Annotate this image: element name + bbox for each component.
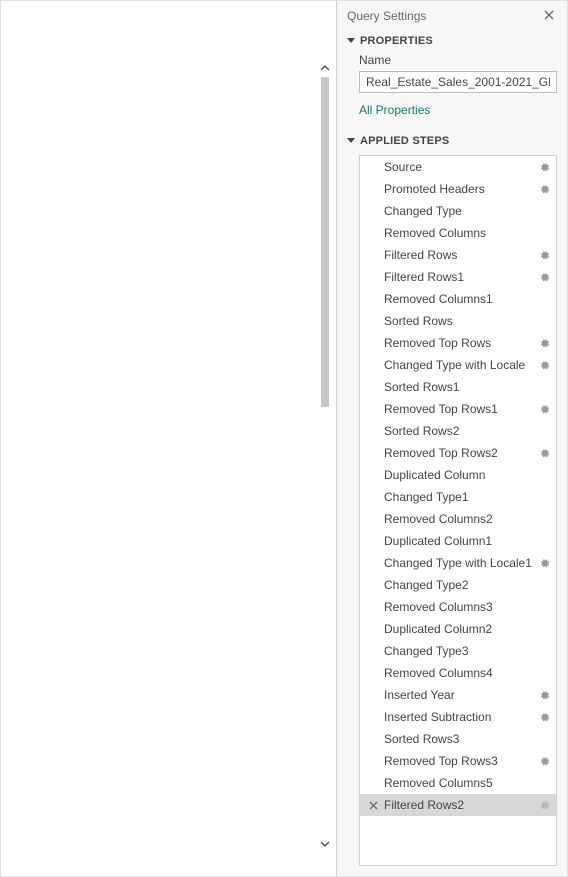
applied-step-label: Sorted Rows3 <box>380 732 536 746</box>
applied-step-label: Sorted Rows <box>380 314 536 328</box>
applied-step-label: Changed Type with Locale <box>380 358 536 372</box>
applied-step[interactable]: Removed Columns2 <box>360 508 556 530</box>
applied-step-label: Removed Columns1 <box>380 292 536 306</box>
applied-steps-list: Source Promoted Headers Changed Type Remove… <box>359 155 557 866</box>
applied-step-label: Removed Top Rows <box>380 336 536 350</box>
applied-step[interactable]: Promoted Headers <box>360 178 556 200</box>
applied-step[interactable]: Removed Top Rows3 <box>360 750 556 772</box>
applied-step[interactable]: Duplicated Column1 <box>360 530 556 552</box>
applied-step-label: Removed Columns3 <box>380 600 536 614</box>
applied-step[interactable]: Filtered Rows <box>360 244 556 266</box>
applied-step[interactable]: Removed Top Rows2 <box>360 442 556 464</box>
scroll-down-arrow[interactable] <box>318 837 332 851</box>
applied-step-label: Removed Columns2 <box>380 512 536 526</box>
applied-step[interactable]: Sorted Rows1 <box>360 376 556 398</box>
gear-icon[interactable] <box>536 250 552 261</box>
all-properties-link[interactable]: All Properties <box>359 103 557 117</box>
applied-step[interactable]: Changed Type1 <box>360 486 556 508</box>
gear-icon[interactable] <box>536 162 552 173</box>
applied-step[interactable]: Source <box>360 156 556 178</box>
scroll-up-arrow[interactable] <box>318 61 332 75</box>
query-settings-panel: Query Settings PROPERTIES Name All Prope… <box>337 1 567 876</box>
scroll-track[interactable] <box>318 75 332 837</box>
vertical-scrollbar[interactable] <box>318 61 332 851</box>
applied-step-label: Removed Columns4 <box>380 666 536 680</box>
applied-step[interactable]: Changed Type with Locale1 <box>360 552 556 574</box>
collapse-icon <box>347 138 355 143</box>
applied-step[interactable]: Duplicated Column2 <box>360 618 556 640</box>
main-content-pane <box>1 1 337 876</box>
applied-step[interactable]: Sorted Rows <box>360 310 556 332</box>
applied-step-label: Removed Columns5 <box>380 776 536 790</box>
applied-step[interactable]: Inserted Year <box>360 684 556 706</box>
applied-step[interactable]: Inserted Subtraction <box>360 706 556 728</box>
gear-icon[interactable] <box>536 184 552 195</box>
applied-step[interactable]: Removed Top Rows1 <box>360 398 556 420</box>
gear-icon[interactable] <box>536 360 552 371</box>
query-name-input[interactable] <box>359 71 557 93</box>
applied-step-label: Changed Type <box>380 204 536 218</box>
applied-step[interactable]: Removed Columns3 <box>360 596 556 618</box>
applied-steps-section-header[interactable]: APPLIED STEPS <box>347 131 557 151</box>
gear-icon[interactable] <box>536 800 552 811</box>
gear-icon[interactable] <box>536 756 552 767</box>
applied-step[interactable]: Filtered Rows1 <box>360 266 556 288</box>
applied-steps-section-label: APPLIED STEPS <box>360 135 449 147</box>
gear-icon[interactable] <box>536 404 552 415</box>
applied-step[interactable]: Removed Top Rows <box>360 332 556 354</box>
applied-step[interactable]: Sorted Rows2 <box>360 420 556 442</box>
applied-step-label: Source <box>380 160 536 174</box>
applied-step[interactable]: Sorted Rows3 <box>360 728 556 750</box>
gear-icon[interactable] <box>536 338 552 349</box>
properties-section-header[interactable]: PROPERTIES <box>347 31 557 51</box>
applied-step-label: Filtered Rows2 <box>380 798 536 812</box>
applied-step-label: Changed Type3 <box>380 644 536 658</box>
applied-step-label: Changed Type1 <box>380 490 536 504</box>
panel-title: Query Settings <box>347 9 543 23</box>
gear-icon[interactable] <box>536 690 552 701</box>
gear-icon[interactable] <box>536 558 552 569</box>
applied-step-label: Inserted Year <box>380 688 536 702</box>
close-icon[interactable] <box>543 9 557 23</box>
applied-step[interactable]: Removed Columns5 <box>360 772 556 794</box>
applied-step-label: Changed Type2 <box>380 578 536 592</box>
delete-step-icon[interactable] <box>366 801 380 810</box>
applied-step-label: Sorted Rows1 <box>380 380 536 394</box>
applied-step-label: Removed Top Rows2 <box>380 446 536 460</box>
applied-step[interactable]: Duplicated Column <box>360 464 556 486</box>
gear-icon[interactable] <box>536 448 552 459</box>
name-field-label: Name <box>359 51 557 71</box>
applied-step[interactable]: Filtered Rows2 <box>360 794 556 816</box>
applied-step-label: Inserted Subtraction <box>380 710 536 724</box>
applied-step-label: Changed Type with Locale1 <box>380 556 536 570</box>
properties-section-label: PROPERTIES <box>360 35 433 47</box>
applied-step-label: Sorted Rows2 <box>380 424 536 438</box>
applied-step[interactable]: Changed Type with Locale <box>360 354 556 376</box>
gear-icon[interactable] <box>536 712 552 723</box>
applied-step-label: Removed Columns <box>380 226 536 240</box>
applied-step-label: Filtered Rows <box>380 248 536 262</box>
applied-step-label: Removed Top Rows1 <box>380 402 536 416</box>
applied-step-label: Duplicated Column <box>380 468 536 482</box>
applied-step[interactable]: Changed Type <box>360 200 556 222</box>
scroll-thumb[interactable] <box>321 77 329 407</box>
applied-step[interactable]: Removed Columns <box>360 222 556 244</box>
applied-step[interactable]: Changed Type3 <box>360 640 556 662</box>
applied-step[interactable]: Removed Columns1 <box>360 288 556 310</box>
applied-step-label: Removed Top Rows3 <box>380 754 536 768</box>
applied-step[interactable]: Removed Columns4 <box>360 662 556 684</box>
gear-icon[interactable] <box>536 272 552 283</box>
applied-step-label: Duplicated Column2 <box>380 622 536 636</box>
collapse-icon <box>347 38 355 43</box>
applied-step-label: Filtered Rows1 <box>380 270 536 284</box>
applied-step[interactable]: Changed Type2 <box>360 574 556 596</box>
applied-step-label: Promoted Headers <box>380 182 536 196</box>
applied-step-label: Duplicated Column1 <box>380 534 536 548</box>
